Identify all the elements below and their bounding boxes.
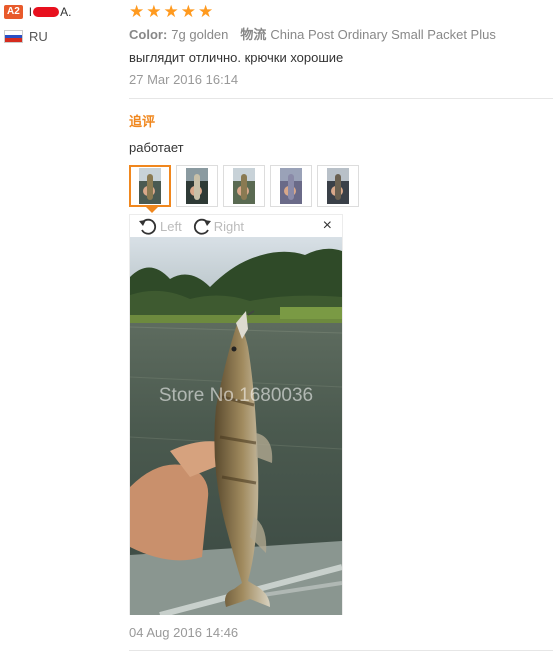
photo-thumbnails <box>129 165 359 207</box>
viewer-toolbar: Left Right × <box>130 215 342 237</box>
order-info: Color: 7g golden 物流 China Post Ordinary … <box>129 24 553 43</box>
rotate-left-icon <box>139 218 157 235</box>
star-icon: ★ <box>129 1 145 21</box>
color-value: 7g golden <box>171 27 229 42</box>
star-icon: ★ <box>198 1 214 21</box>
color-label: Color: <box>129 27 168 42</box>
followup-text: работает <box>129 140 184 155</box>
photo-viewer: Left Right × Store No.1680036 <box>129 214 343 615</box>
reviewer-name-first: I <box>28 5 33 19</box>
review-text: выглядит отлично. крючки хорошие <box>129 50 344 65</box>
rotate-left-button[interactable]: Left <box>138 217 182 235</box>
fish-photo: Store No.1680036 <box>130 237 342 615</box>
star-icon: ★ <box>180 1 196 21</box>
shipping-value: China Post Ordinary Small Packet Plus <box>270 27 496 42</box>
reviewer-country: RU <box>4 29 114 44</box>
photo-thumbnail[interactable] <box>223 165 265 207</box>
star-icon: ★ <box>163 1 179 21</box>
watermark: Store No.1680036 <box>159 385 313 406</box>
close-icon[interactable]: × <box>323 217 332 235</box>
rotate-left-label: Left <box>160 218 182 234</box>
reviewer-name-last: A. <box>60 5 72 19</box>
divider <box>129 650 553 651</box>
review-date: 27 Mar 2016 16:14 <box>129 72 239 87</box>
review-body: ★ ★ ★ ★ ★ Color: 7g golden 物流 China Post… <box>129 0 553 88</box>
photo-thumbnail[interactable] <box>129 165 171 207</box>
divider <box>129 98 553 99</box>
photo-thumbnail[interactable] <box>176 165 218 207</box>
russia-flag-icon <box>4 30 23 43</box>
star-rating: ★ ★ ★ ★ ★ <box>129 1 553 21</box>
photo-thumbnail[interactable] <box>317 165 359 207</box>
reviewer-info: A2 I A. RU <box>4 3 114 44</box>
reviewer-name[interactable]: I A. <box>29 5 72 19</box>
photo-thumbnail[interactable] <box>270 165 312 207</box>
level-badge: A2 <box>4 5 23 19</box>
name-redaction <box>33 7 60 17</box>
rotate-right-button[interactable]: Right <box>192 217 244 235</box>
selected-thumbnail-pointer <box>146 207 158 213</box>
rotate-right-icon <box>193 218 211 235</box>
shipping-label: 物流 <box>240 27 267 42</box>
country-code: RU <box>29 29 48 44</box>
followup-label: 追评 <box>129 114 156 129</box>
followup-date: 04 Aug 2016 14:46 <box>129 625 239 640</box>
rotate-right-label: Right <box>213 218 245 234</box>
star-icon: ★ <box>146 1 162 21</box>
